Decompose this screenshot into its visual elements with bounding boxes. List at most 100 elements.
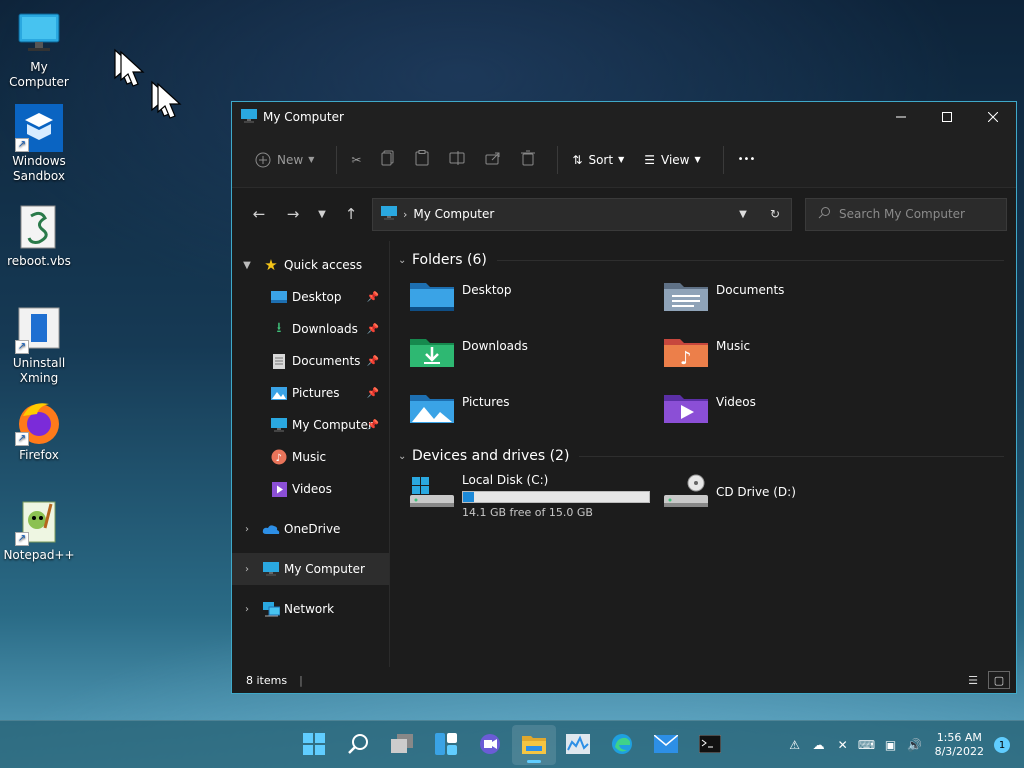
address-bar[interactable]: › My Computer ▼ ↻ <box>372 197 792 231</box>
terminal-button[interactable] <box>688 725 732 765</box>
search-icon <box>347 733 369 758</box>
folder-pictures[interactable]: Pictures <box>410 389 664 437</box>
forward-button[interactable]: → <box>276 199 310 229</box>
nav-item-my-computer[interactable]: My Computer 📌 <box>232 409 389 441</box>
drive-cd-d[interactable]: CD Drive (D:) <box>664 473 918 521</box>
recent-locations-button[interactable]: ▼ <box>310 199 334 229</box>
monitor-icon <box>241 108 257 126</box>
paste-button[interactable] <box>409 144 435 176</box>
search-taskbar-button[interactable] <box>336 725 380 765</box>
delete-button[interactable] <box>515 144 541 176</box>
copy-button[interactable] <box>375 144 401 176</box>
nav-item-documents[interactable]: Documents 📌 <box>232 345 389 377</box>
share-button[interactable] <box>479 144 507 176</box>
desktop-icon-firefox[interactable]: ↗ Firefox <box>0 398 78 463</box>
script-file-icon <box>15 204 63 252</box>
minimize-button[interactable] <box>878 102 924 132</box>
devices-group-header[interactable]: ⌄ Devices and drives (2) <box>398 445 1016 467</box>
file-explorer-taskbar-button[interactable] <box>512 725 556 765</box>
folder-desktop[interactable]: Desktop <box>410 277 664 325</box>
more-options-button[interactable]: ••• <box>732 144 762 176</box>
onedrive-offline-icon[interactable]: ☁ <box>807 733 831 757</box>
rename-button[interactable] <box>443 144 471 176</box>
nav-label: Downloads <box>292 322 358 336</box>
nav-my-computer[interactable]: › My Computer <box>232 553 389 585</box>
collapse-chevron-icon[interactable]: ⌄ <box>398 451 412 462</box>
nav-label: My Computer <box>292 418 373 432</box>
network-status-icon[interactable]: ▣ <box>879 733 903 757</box>
nav-item-music[interactable]: ♪ Music <box>232 441 389 473</box>
view-button[interactable]: ☰ View ▼ <box>638 144 706 176</box>
nav-label: Quick access <box>284 258 363 272</box>
notification-badge[interactable]: 1 <box>994 737 1010 753</box>
title-bar[interactable]: My Computer <box>232 102 1016 132</box>
nav-item-videos[interactable]: Videos <box>232 473 389 505</box>
security-warning-icon[interactable]: ⚠ <box>783 733 807 757</box>
folders-group-header[interactable]: ⌄ Folders (6) <box>398 249 1016 271</box>
nav-network[interactable]: › Network <box>232 593 389 625</box>
navigation-pane: ▼ ★ Quick access Desktop 📌 ⭳ Downloads 📌… <box>232 241 390 667</box>
new-button[interactable]: New ▼ <box>249 144 320 176</box>
windows-drive-icon <box>410 473 454 513</box>
plus-circle-icon <box>255 152 271 167</box>
drive-local-disk-c[interactable]: Local Disk (C:) 14.1 GB free of 15.0 GB <box>410 473 664 521</box>
desktop-icon-notepad-plus-plus[interactable]: ↗ Notepad++ <box>0 498 78 563</box>
up-button[interactable]: ↑ <box>334 199 368 229</box>
task-view-button[interactable] <box>380 725 424 765</box>
rename-icon <box>449 151 465 168</box>
expand-chevron-icon[interactable]: › <box>232 564 262 575</box>
close-button[interactable] <box>970 102 1016 132</box>
shortcut-arrow-icon: ↗ <box>15 138 29 152</box>
mail-button[interactable] <box>644 725 688 765</box>
chat-button[interactable] <box>468 725 512 765</box>
sandbox-icon: ↗ <box>15 104 63 152</box>
desktop-icon-reboot-vbs[interactable]: reboot.vbs <box>0 204 78 269</box>
task-manager-button[interactable] <box>556 725 600 765</box>
widgets-button[interactable] <box>424 725 468 765</box>
desktop-icon-uninstall-xming[interactable]: ↗ Uninstall Xming <box>0 306 78 386</box>
expand-chevron-icon[interactable]: › <box>232 524 262 535</box>
nav-item-downloads[interactable]: ⭳ Downloads 📌 <box>232 313 389 345</box>
folder-music[interactable]: ♪ Music <box>664 333 918 381</box>
clock[interactable]: 1:56 AM 8/3/2022 <box>935 731 984 759</box>
expand-chevron-icon[interactable]: › <box>232 604 262 615</box>
large-icons-view-button[interactable]: ▢ <box>988 671 1010 689</box>
refresh-button[interactable]: ↻ <box>759 207 791 221</box>
maximize-button[interactable] <box>924 102 970 132</box>
search-box[interactable] <box>805 197 1007 231</box>
search-icon <box>818 206 831 222</box>
start-icon <box>303 732 325 758</box>
desktop-icon-label: Uninstall Xming <box>12 356 66 385</box>
desktop-icon-my-computer[interactable]: My Computer <box>0 10 78 90</box>
nav-onedrive[interactable]: › OneDrive <box>232 513 389 545</box>
nav-quick-access[interactable]: ▼ ★ Quick access <box>232 249 389 281</box>
xming-tray-icon[interactable]: ✕ <box>831 733 855 757</box>
sort-button[interactable]: ⇅ Sort ▼ <box>566 144 630 176</box>
volume-icon[interactable]: 🔊 <box>903 733 927 757</box>
music-icon: ♪ <box>270 449 288 465</box>
nav-item-desktop[interactable]: Desktop 📌 <box>232 281 389 313</box>
back-button[interactable]: ← <box>242 199 276 229</box>
search-input[interactable] <box>839 207 999 221</box>
taskbar: ⚠ ☁ ✕ ⌨ ▣ 🔊 1:56 AM 8/3/2022 1 <box>0 720 1024 768</box>
cut-button[interactable]: ✂ <box>345 144 367 176</box>
details-view-button[interactable]: ☰ <box>962 671 984 689</box>
address-dropdown-button[interactable]: ▼ <box>727 209 759 220</box>
desktop-folder-icon <box>270 289 288 305</box>
drive-usage-fill <box>463 492 475 502</box>
svg-text:♪: ♪ <box>680 348 692 369</box>
collapse-chevron-icon[interactable]: ⌄ <box>398 255 412 266</box>
nav-item-pictures[interactable]: Pictures 📌 <box>232 377 389 409</box>
videos-folder-icon <box>664 389 708 429</box>
breadcrumb-my-computer[interactable]: My Computer <box>413 207 494 221</box>
keyboard-icon[interactable]: ⌨ <box>855 733 879 757</box>
start-button[interactable] <box>292 725 336 765</box>
folder-videos[interactable]: Videos <box>664 389 918 437</box>
desktop-icon-windows-sandbox[interactable]: ↗ Windows Sandbox <box>0 104 78 184</box>
group-title: Folders (6) <box>412 252 487 268</box>
edge-button[interactable] <box>600 725 644 765</box>
folder-documents[interactable]: Documents <box>664 277 918 325</box>
expand-chevron-icon[interactable]: ▼ <box>232 260 262 271</box>
drives-grid: Local Disk (C:) 14.1 GB free of 15.0 GB … <box>398 473 1016 521</box>
folder-downloads[interactable]: Downloads <box>410 333 664 381</box>
